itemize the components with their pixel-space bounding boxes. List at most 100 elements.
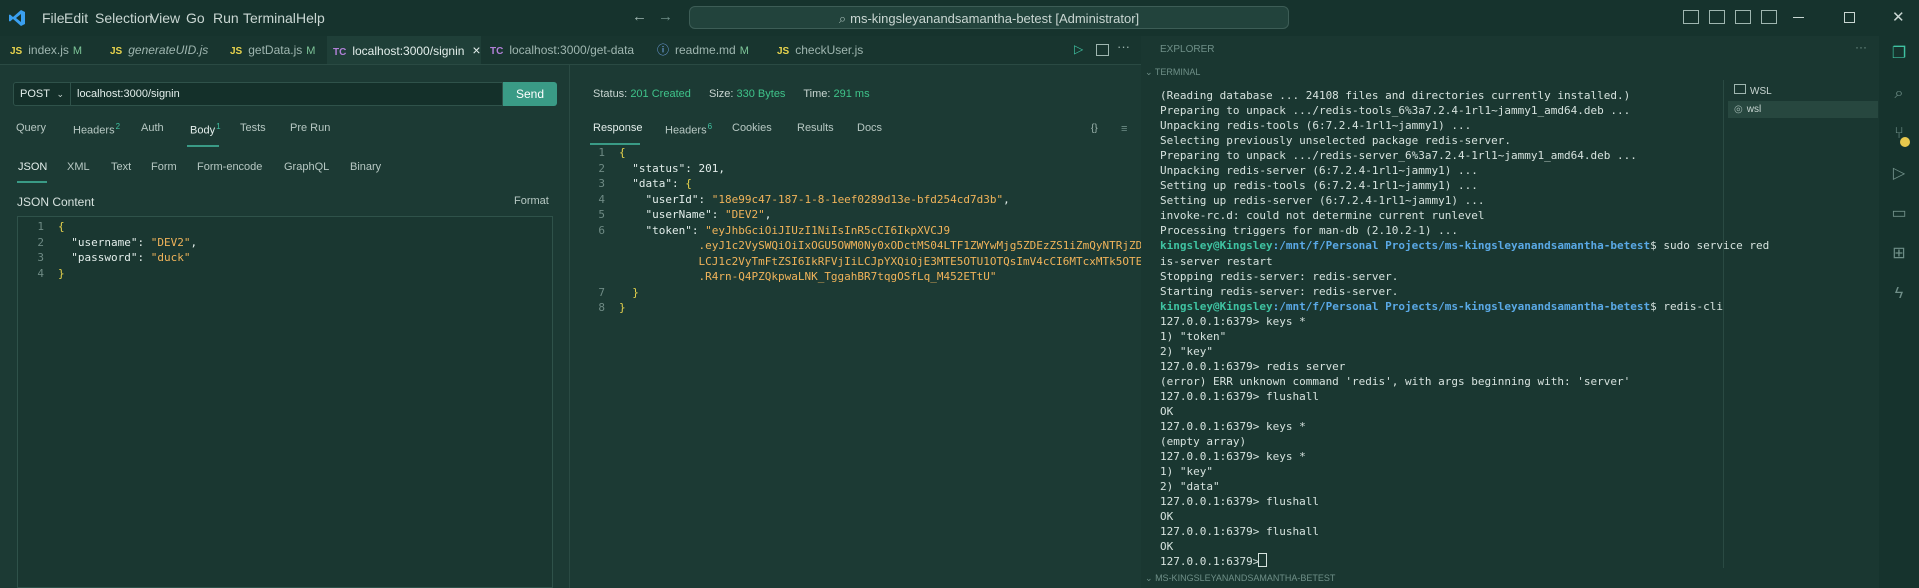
response-tab-docs[interactable]: Docs — [857, 122, 882, 134]
menu-view[interactable]: View — [150, 0, 180, 36]
javascript-file-icon: JS — [10, 46, 23, 57]
method-select[interactable]: POST ⌄ — [13, 82, 71, 106]
modified-indicator: M — [739, 45, 749, 57]
forward-arrow-icon[interactable]: → — [658, 8, 673, 25]
split-editor-icon[interactable] — [1096, 44, 1109, 56]
menu-edit[interactable]: Edit — [64, 0, 88, 36]
response-tab-headers[interactable]: Headers6 — [665, 122, 712, 137]
tab-label: localhost:3000/get-data — [509, 43, 635, 57]
response-tab-response[interactable]: Response — [593, 122, 643, 134]
close-tab-icon[interactable]: × — [472, 42, 480, 58]
json-content-label: JSON Content — [17, 195, 95, 209]
minimize-icon[interactable] — [1793, 17, 1804, 18]
tab-query[interactable]: Query — [16, 122, 46, 134]
code-line: 4 "userId": "18e99c47-187-1-8-1eef0289d1… — [598, 192, 1010, 206]
editor-tab[interactable]: JS generateUID.js — [104, 36, 225, 64]
json-type-underline — [17, 181, 47, 183]
url-input[interactable]: localhost:3000/signin — [71, 82, 503, 106]
terminal-header[interactable]: ⌄ TERMINAL — [1145, 67, 1200, 78]
more-actions-icon[interactable]: ··· — [1117, 39, 1130, 54]
response-tab-cookies[interactable]: Cookies — [732, 122, 772, 134]
response-body: 1{2 "status": 201, 3 "data": {4 "userId":… — [583, 145, 1182, 316]
editor-tab[interactable]: TC localhost:3000/signin × — [327, 36, 481, 64]
editor-tab[interactable]: JS index.js M — [4, 36, 105, 64]
explorer-icon[interactable]: ❐ — [1889, 44, 1909, 64]
run-debug-icon[interactable]: ▷ — [1889, 164, 1909, 184]
vscode-logo-icon[interactable] — [8, 9, 26, 27]
body-type-binary[interactable]: Binary — [350, 161, 381, 173]
tab-pre-run[interactable]: Pre Run — [290, 122, 330, 134]
close-icon[interactable]: ✕ — [1892, 8, 1905, 26]
body-type-json[interactable]: JSON — [18, 161, 47, 173]
terminal-line: invoke-rc.d: could not determine current… — [1160, 209, 1485, 223]
editor-tab[interactable]: JS getData.js M — [224, 36, 328, 64]
thunder-client-icon[interactable]: ϟ — [1889, 284, 1909, 304]
terminal-line: kingsley@Kingsley:/mnt/f/Personal Projec… — [1160, 299, 1723, 313]
body-type-form-encode[interactable]: Form-encode — [197, 161, 262, 173]
body-type-text[interactable]: Text — [111, 161, 131, 173]
run-icon[interactable]: ▷ — [1074, 42, 1083, 56]
explorer-label: EXPLORER — [1160, 44, 1215, 55]
tab-body[interactable]: Body1 — [190, 122, 221, 137]
terminal-line: Unpacking redis-server (6:7.2.4-1rl1~jam… — [1160, 164, 1478, 178]
code-line: .eyJ1c2VySWQiOiIxOGU5OWM0Ny0xODctMS04LTF… — [698, 239, 1182, 252]
menu-lines-icon[interactable]: ≡ — [1121, 123, 1127, 135]
send-button[interactable]: Send — [503, 82, 557, 106]
body-type-graphql[interactable]: GraphQL — [284, 161, 329, 173]
toggle-secondary-sidebar-icon[interactable] — [1735, 10, 1751, 24]
terminal-line: Preparing to unpack .../redis-tools_6%3a… — [1160, 104, 1631, 118]
thunder-client-tab-icon: TC — [490, 46, 504, 57]
explorer-more-icon[interactable]: ··· — [1855, 40, 1867, 54]
status-value: 201 Created — [630, 88, 691, 100]
terminal-line: 2) "data" — [1160, 480, 1220, 494]
editor-tab[interactable]: TC localhost:3000/get-data — [484, 36, 650, 64]
body-type-xml[interactable]: XML — [67, 161, 90, 173]
command-center[interactable]: ⌕ ms-kingsleyanandsamantha-betest [Admini… — [689, 6, 1289, 29]
code-line: 7 } — [598, 285, 639, 299]
menu-terminal[interactable]: Terminal — [243, 0, 296, 36]
extensions-icon[interactable]: ⊞ — [1889, 244, 1909, 264]
terminal-tab-wsl-active[interactable]: ◎ wsl — [1728, 101, 1878, 118]
layout-icon[interactable] — [1761, 10, 1777, 24]
code-line: 3 "data": { — [598, 177, 692, 190]
tab-tests[interactable]: Tests — [240, 122, 266, 134]
javascript-file-icon: JS — [230, 46, 243, 57]
terminal-tab-wsl[interactable]: WSL — [1728, 84, 1878, 100]
back-arrow-icon[interactable]: ← — [632, 8, 647, 25]
response-status-bar: Status: 201 Created Size: 330 Bytes Time… — [593, 88, 870, 100]
code-line: 8} — [598, 301, 626, 314]
tab-label: readme.md — [675, 43, 736, 57]
menu-help[interactable]: Help — [296, 0, 325, 36]
toggle-panel-icon[interactable] — [1709, 10, 1725, 24]
toggle-sidebar-icon[interactable] — [1683, 10, 1699, 24]
restore-icon[interactable] — [1844, 12, 1855, 23]
braces-icon[interactable]: {} — [1091, 123, 1098, 134]
format-button[interactable]: Format — [514, 195, 549, 207]
terminal-line: kingsley@Kingsley:/mnt/f/Personal Projec… — [1160, 239, 1770, 253]
menu-file[interactable]: File — [42, 0, 65, 36]
editor-tab[interactable]: JS checkUser.js — [771, 36, 877, 64]
footer-section-header[interactable]: ⌄ MS-KINGSLEYANANDSAMANTHA-BETEST — [1145, 573, 1335, 584]
remote-explorer-icon[interactable]: ▭ — [1889, 204, 1909, 224]
tab-headers[interactable]: Headers2 — [73, 122, 120, 137]
time-value: 291 ms — [833, 88, 870, 100]
terminal-line: OK — [1160, 510, 1174, 524]
response-tab-results[interactable]: Results — [797, 122, 834, 134]
chevron-down-icon: ⌄ — [56, 89, 64, 99]
editor-tab[interactable]: ⓘ readme.md M — [651, 36, 772, 64]
menu-selection[interactable]: Selection — [95, 0, 153, 36]
json-body-editor[interactable]: 1{2 "username": "DEV2", 3 "password": "du… — [17, 216, 553, 588]
javascript-file-icon: JS — [110, 46, 123, 57]
chevron-down-icon: ⌄ — [1145, 67, 1153, 77]
terminal-line: 127.0.0.1:6379> keys * — [1160, 450, 1306, 464]
terminal-output[interactable]: (Reading database ... 24108 files and di… — [1160, 88, 1770, 570]
terminal-line: 127.0.0.1:6379> flushall — [1160, 525, 1319, 539]
menu-go[interactable]: Go — [186, 0, 205, 36]
menu-run[interactable]: Run — [213, 0, 239, 36]
tab-auth[interactable]: Auth — [141, 122, 164, 134]
source-control-badge — [1900, 137, 1910, 147]
code-line: 1{ — [598, 146, 626, 159]
body-type-form[interactable]: Form — [151, 161, 177, 173]
terminal-line: 1) "token" — [1160, 329, 1227, 343]
search-icon[interactable]: ⌕ — [1889, 84, 1909, 104]
